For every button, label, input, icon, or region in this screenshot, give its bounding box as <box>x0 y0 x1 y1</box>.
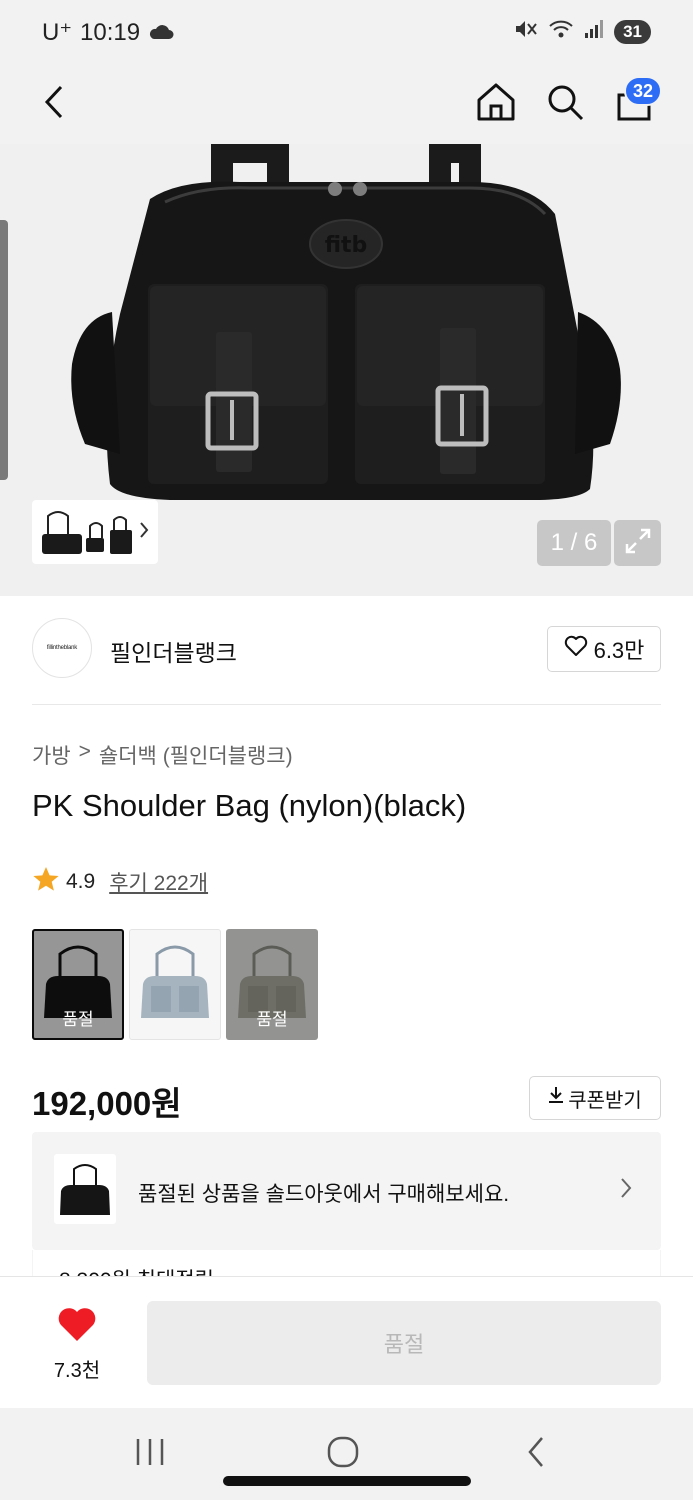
breadcrumb: 가방 > 숄더백 (필인더블랭크) <box>32 740 293 770</box>
price: 192,000원 <box>32 1085 182 1122</box>
product-image-gallery[interactable]: fitb 1 / 6 <box>0 144 693 596</box>
swatch-image <box>141 945 209 1018</box>
brand-logo[interactable]: fillintheblank <box>32 618 92 678</box>
back-button[interactable] <box>28 78 80 130</box>
color-option-khaki-gray[interactable]: 품절 <box>226 929 318 1040</box>
brand-name[interactable]: 필인더블랭크 <box>110 634 237 668</box>
breadcrumb-subcategory[interactable]: 숄더백 (필인더블랭크) <box>99 740 293 770</box>
search-button[interactable] <box>539 78 591 130</box>
gallery-page-counter: 1 / 6 <box>537 520 611 566</box>
breadcrumb-separator: > <box>78 740 91 763</box>
breadcrumb-category[interactable]: 가방 <box>32 740 71 770</box>
wishlist-button[interactable]: 7.3천 <box>40 1307 114 1382</box>
expand-gallery-button[interactable] <box>614 520 661 566</box>
cart-button[interactable]: 32 <box>608 76 662 130</box>
thumbnail-image <box>42 511 132 554</box>
chevron-left-icon <box>526 1435 546 1474</box>
brand-like-count: 6.3만 <box>593 638 645 663</box>
coupon-label: 쿠폰받기 <box>568 1089 642 1112</box>
chevron-right-icon <box>619 1176 633 1205</box>
color-option-gray-blue[interactable] <box>129 929 221 1040</box>
soldout-resale-banner[interactable]: 품절된 상품을 솔드아웃에서 구매해보세요. <box>32 1132 661 1250</box>
thumbnail-strip[interactable] <box>32 500 158 564</box>
back-system-button[interactable] <box>506 1432 566 1476</box>
recent-apps-button[interactable] <box>120 1432 180 1476</box>
resale-text: 품절된 상품을 솔드아웃에서 구매해보세요. <box>138 1183 510 1206</box>
resale-thumbnail <box>54 1154 116 1224</box>
soldout-label: 품절 <box>256 1010 288 1029</box>
home-icon <box>475 81 517 128</box>
expand-icon <box>623 526 653 561</box>
rating-row: 4.9 후기 222개 <box>32 866 208 898</box>
home-button[interactable] <box>470 78 522 130</box>
color-options: 품절 품절 <box>32 929 318 1040</box>
cloud-icon <box>148 19 174 47</box>
wishlist-count: 7.3천 <box>53 1360 101 1382</box>
gesture-home-pill[interactable] <box>223 1476 471 1486</box>
search-icon <box>545 82 585 127</box>
mute-icon <box>514 18 538 45</box>
status-bar: U⁺ 10:19 31 <box>0 0 693 64</box>
home-circle-icon <box>326 1435 360 1474</box>
recent-apps-icon <box>134 1437 166 1472</box>
svg-text:fitb: fitb <box>325 233 368 258</box>
review-link[interactable]: 후기 222개 <box>109 867 208 897</box>
carrier-label: U⁺ <box>42 19 72 46</box>
star-icon <box>32 866 60 898</box>
status-right: 31 <box>514 18 651 45</box>
heart-filled-icon <box>57 1307 97 1348</box>
soldout-label: 품절 <box>62 1010 94 1029</box>
brand-like-button[interactable]: 6.3만 <box>547 626 661 672</box>
clock: 10:19 <box>80 18 141 46</box>
divider <box>32 704 661 705</box>
signal-icon <box>584 18 604 45</box>
brand-row[interactable]: fillintheblank 필인더블랭크 6.3만 <box>32 618 661 682</box>
product-title: PK Shoulder Bag (nylon)(black) <box>32 788 467 823</box>
wifi-icon <box>548 18 574 45</box>
soldout-buy-button[interactable]: 품절 <box>147 1301 661 1385</box>
system-nav-bar <box>0 1408 693 1500</box>
chevron-left-icon <box>42 84 66 125</box>
heart-outline-icon <box>564 635 588 663</box>
coupon-button[interactable]: 쿠폰받기 <box>529 1076 661 1120</box>
status-left: U⁺ 10:19 <box>42 18 174 47</box>
cart-count-badge: 32 <box>624 76 662 106</box>
home-system-button[interactable] <box>313 1432 373 1476</box>
download-icon <box>548 1086 564 1110</box>
battery-badge: 31 <box>614 19 651 44</box>
rating-value: 4.9 <box>66 870 96 893</box>
color-option-black[interactable]: 품절 <box>32 929 124 1040</box>
chevron-right-icon <box>138 520 150 545</box>
bottom-action-bar: 7.3천 품절 <box>0 1276 693 1408</box>
top-nav-header: 32 <box>0 64 693 144</box>
